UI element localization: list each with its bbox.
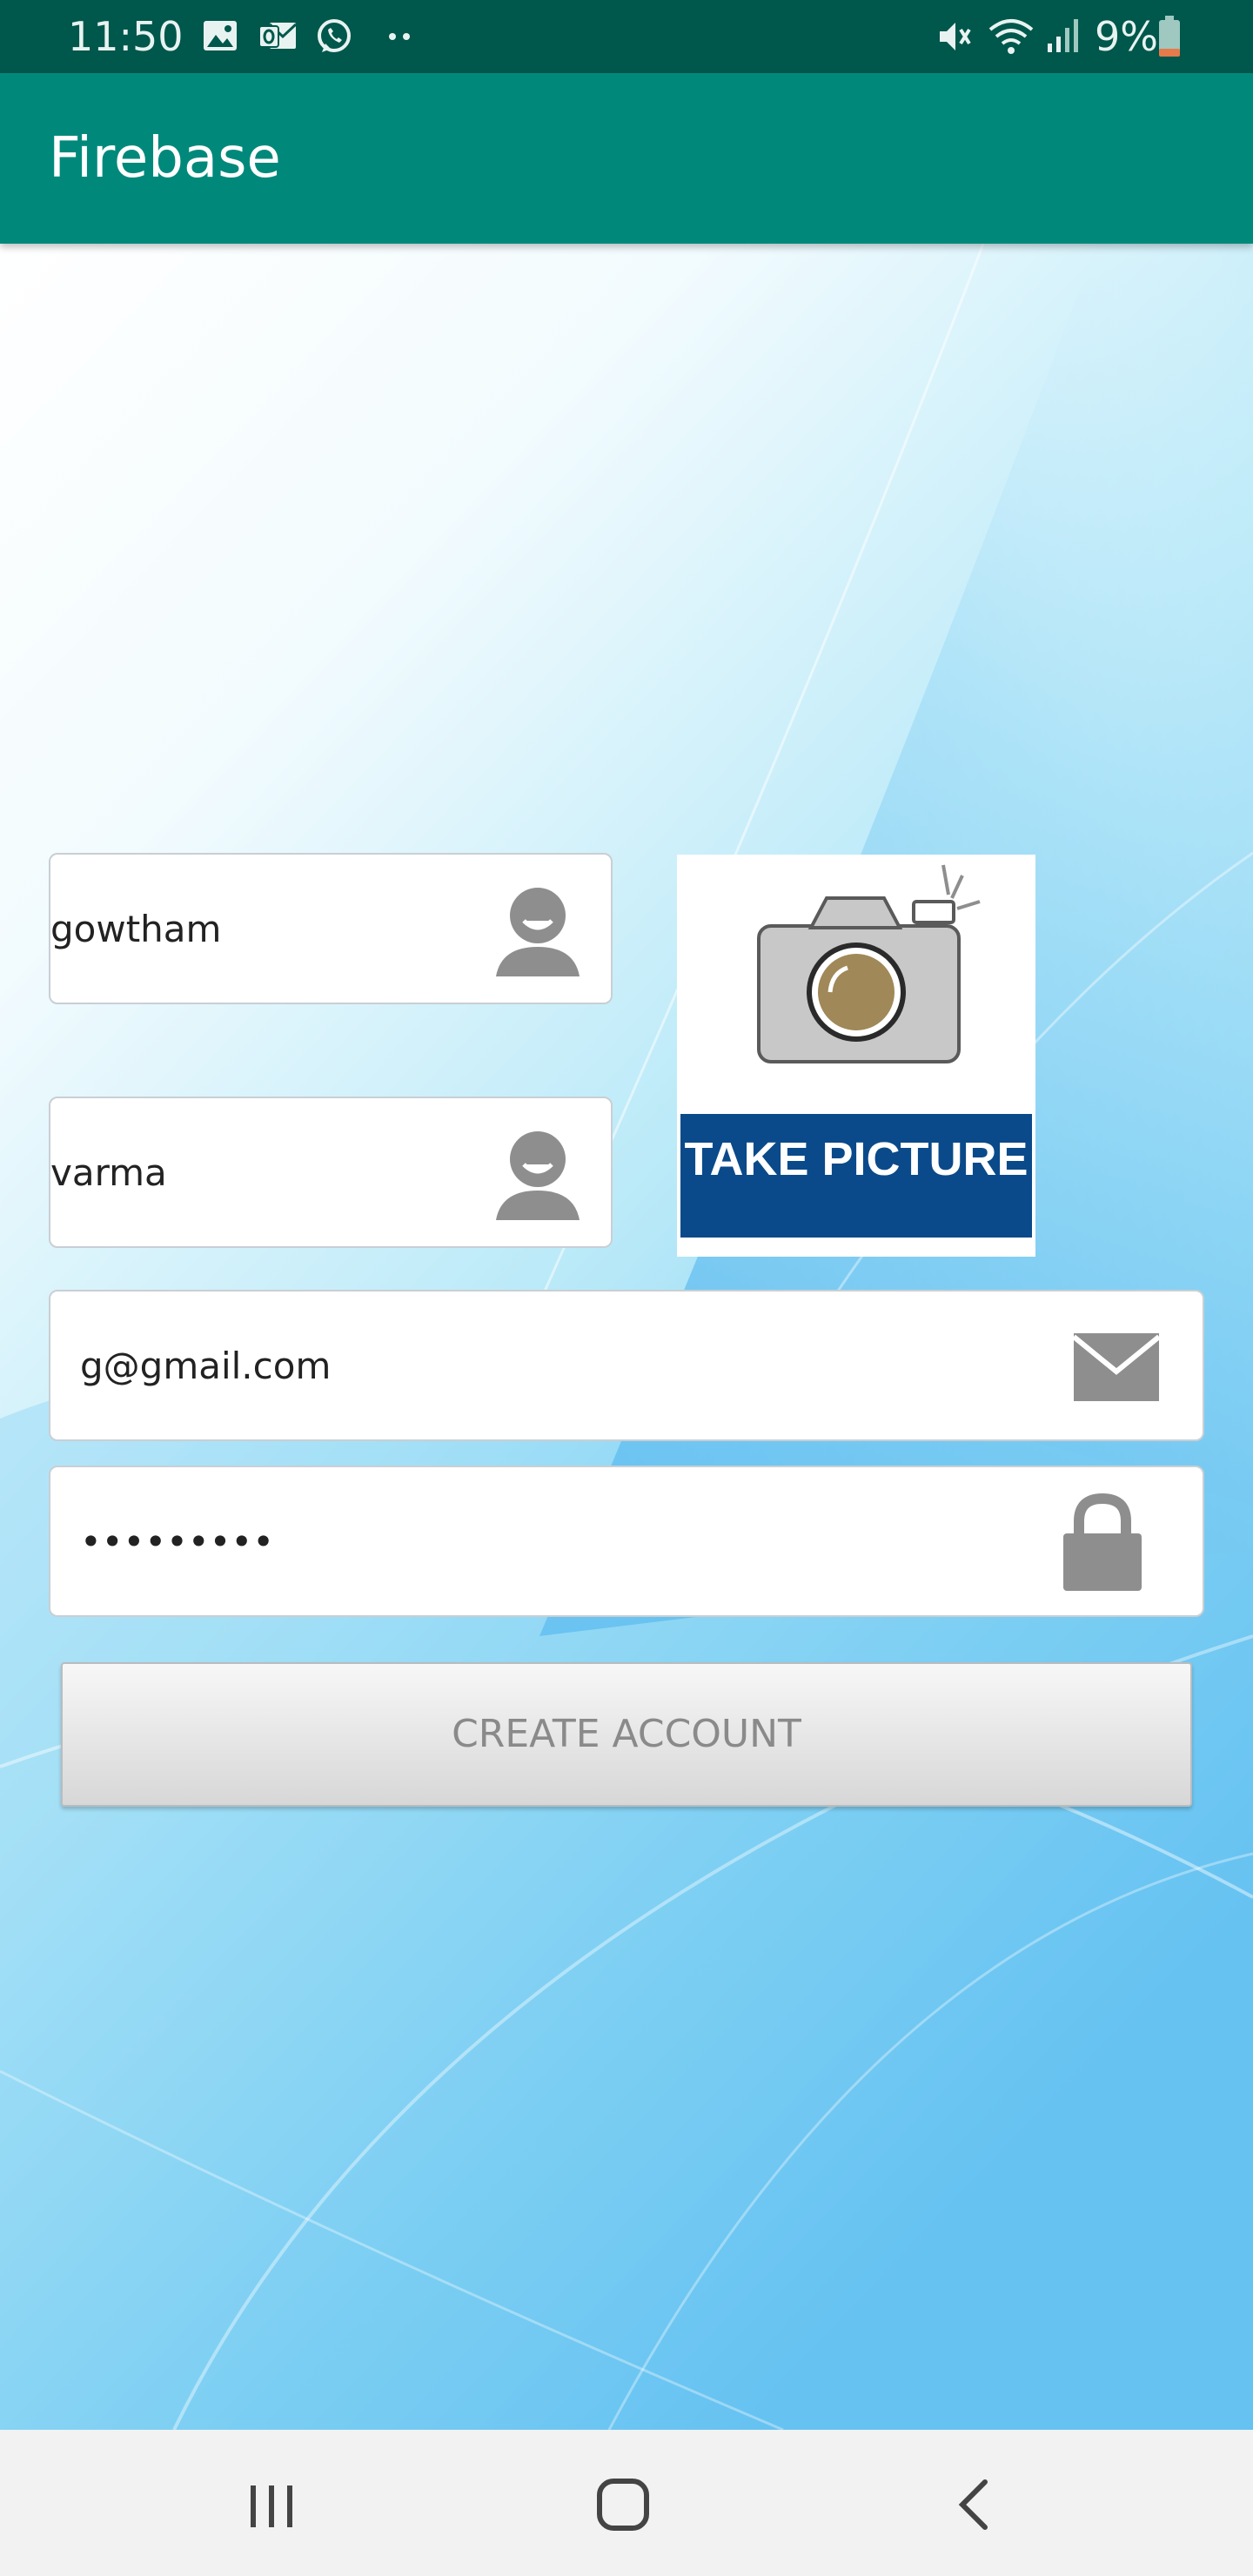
email-input[interactable]: [80, 1291, 1037, 1439]
app-bar: Firebase: [0, 73, 1253, 244]
mute-icon: [940, 23, 971, 50]
password-input[interactable]: [80, 1467, 1037, 1615]
create-account-button[interactable]: CREATE ACCOUNT: [61, 1662, 1192, 1807]
person-icon: [496, 1131, 580, 1220]
mail-icon: [1074, 1333, 1159, 1401]
home-icon[interactable]: [580, 2468, 667, 2541]
person-icon: [496, 888, 580, 976]
status-time: 11:50: [68, 13, 184, 60]
lock-icon: [1063, 1493, 1142, 1591]
email-field[interactable]: [49, 1290, 1204, 1441]
first-name-field[interactable]: [49, 853, 613, 1004]
last-name-input[interactable]: [50, 1098, 503, 1246]
signal-icon: [1048, 19, 1078, 52]
outlook-icon: [258, 23, 298, 49]
image-icon: [204, 21, 237, 50]
first-name-input[interactable]: [50, 855, 503, 1003]
recents-icon[interactable]: [228, 2468, 315, 2541]
whatsapp-icon: [318, 19, 351, 52]
wifi-icon: [988, 19, 1034, 54]
back-icon[interactable]: [931, 2468, 1018, 2541]
battery-icon: [1159, 16, 1180, 57]
password-field[interactable]: [49, 1466, 1204, 1617]
page-title: Firebase: [49, 126, 281, 191]
navigation-bar: [0, 2430, 1253, 2576]
status-bar: 11:50 9%: [0, 0, 1253, 73]
take-picture-label: TAKE PICTURE: [680, 1114, 1032, 1238]
more-dots-icon: [389, 33, 410, 40]
camera-icon: [757, 864, 981, 1063]
last-name-field[interactable]: [49, 1097, 613, 1248]
battery-percent: 9%: [1095, 13, 1158, 60]
take-picture-button[interactable]: TAKE PICTURE: [677, 855, 1035, 1257]
